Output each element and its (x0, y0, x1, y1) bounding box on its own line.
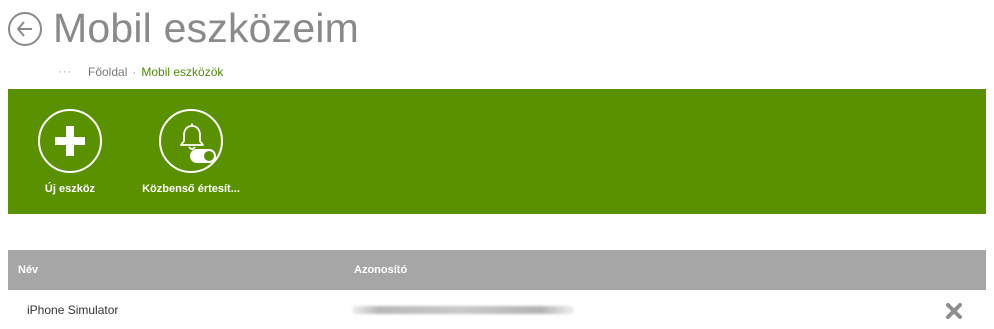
device-id-cell-redacted (352, 306, 574, 314)
breadcrumb-separator: · (132, 65, 137, 79)
table-header: Név Azonosító (8, 250, 986, 290)
close-icon (946, 303, 962, 319)
new-device-label: Új eszköz (44, 183, 96, 195)
breadcrumb-item-mobile-devices[interactable]: Mobil eszközök (141, 65, 223, 79)
breadcrumb: ··· Főoldal · Mobil eszközök (58, 64, 223, 80)
column-header-name[interactable]: Név (18, 250, 38, 290)
arrow-left-icon (16, 21, 32, 37)
devices-table: Név Azonosító iPhone Simulator (8, 250, 986, 329)
action-toolbar: Új eszköz Közbenső értesít... (8, 89, 986, 214)
toggle-icon (190, 149, 216, 163)
table-row[interactable]: iPhone Simulator (8, 290, 986, 329)
plus-icon (38, 109, 102, 173)
delete-device-button[interactable] (945, 302, 963, 320)
page-header: Mobil eszközeim (0, 0, 994, 62)
new-device-button[interactable]: Új eszköz (15, 109, 125, 195)
bell-toggle-icon (159, 109, 223, 173)
breadcrumb-item-home[interactable]: Főoldal (88, 65, 127, 79)
intermediate-notifications-button[interactable]: Közbenső értesít... (136, 109, 246, 195)
column-header-id[interactable]: Azonosító (354, 250, 407, 290)
back-button[interactable] (8, 12, 42, 46)
page-title: Mobil eszközeim (53, 5, 360, 51)
intermediate-notifications-label: Közbenső értesít... (142, 183, 240, 195)
breadcrumb-more-button[interactable]: ··· (58, 66, 72, 78)
device-name-cell: iPhone Simulator (27, 303, 119, 317)
